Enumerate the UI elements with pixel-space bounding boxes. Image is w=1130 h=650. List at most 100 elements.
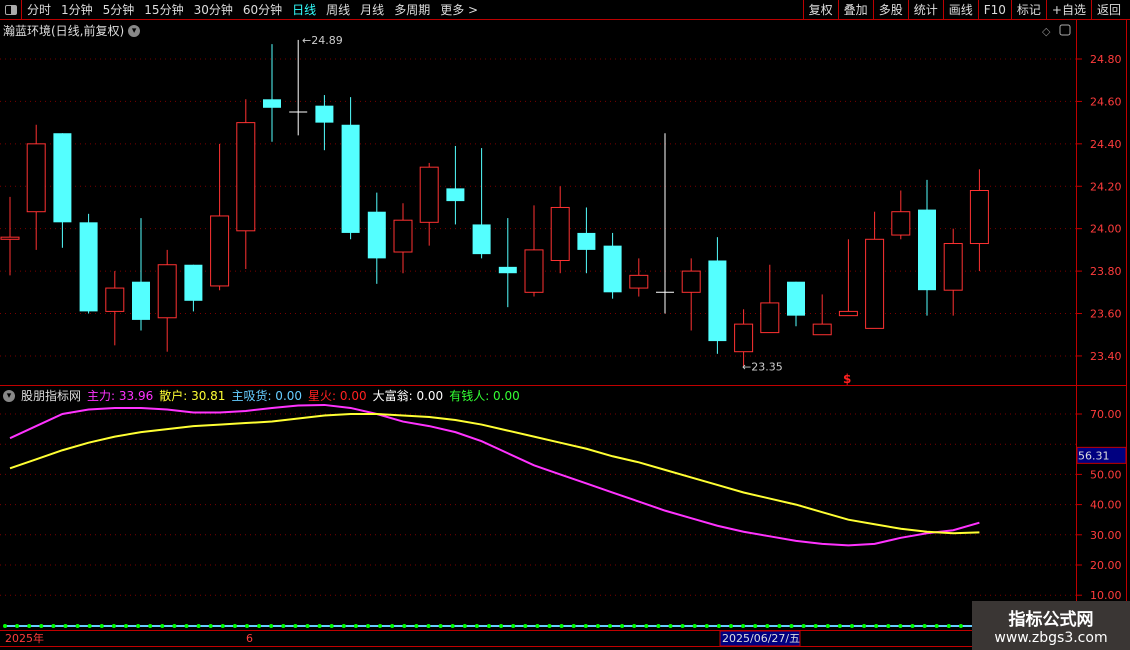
price-label: 24.20 — [1090, 180, 1122, 193]
signal-dot — [3, 624, 7, 628]
candle-up — [681, 270, 701, 293]
candle-down — [787, 281, 805, 316]
signal-dot — [886, 624, 891, 628]
signal-dot — [499, 624, 504, 628]
signal-dot — [487, 624, 491, 628]
signal-dot — [571, 624, 576, 628]
signal-dot — [958, 624, 963, 628]
signal-dot — [547, 624, 552, 628]
signal-dot — [305, 624, 310, 628]
cursor-value: 56.31 — [1078, 449, 1110, 462]
signal-dot — [39, 624, 44, 628]
signal-dot — [656, 624, 661, 628]
signal-dot — [75, 624, 80, 628]
candle-down — [577, 232, 596, 250]
signal-dot — [680, 624, 685, 628]
signal-dot — [777, 624, 782, 628]
signal-dot — [922, 624, 927, 628]
price-label: 24.60 — [1090, 95, 1122, 108]
candle-down — [263, 99, 281, 108]
price-label: 24.00 — [1090, 223, 1122, 236]
signal-dot — [51, 624, 56, 628]
signal-dot — [595, 624, 600, 628]
watermark: 指标公式网 www.zbgs3.com — [972, 601, 1130, 650]
signal-dot — [559, 624, 564, 628]
candle-up — [524, 249, 544, 293]
cursor-date: 2025/06/27/五 — [722, 632, 800, 645]
signal-dot — [366, 624, 370, 628]
candle-down — [367, 211, 386, 259]
signal-dot — [898, 624, 903, 628]
signal-dot — [608, 624, 612, 628]
indicator-axis-label: 50.00 — [1090, 468, 1122, 481]
signal-dot — [99, 624, 104, 628]
price-label: 23.60 — [1090, 308, 1122, 321]
indicator-axis-label: 70.00 — [1090, 408, 1122, 421]
signal-dot — [245, 624, 249, 628]
candle-up — [760, 302, 780, 334]
signal-dot — [257, 624, 262, 628]
candle-up — [812, 323, 832, 336]
signal-dot — [765, 624, 770, 628]
date-label: 2025年 — [5, 631, 44, 645]
candle-up — [550, 206, 570, 261]
signal-dot — [293, 624, 298, 628]
signal-dot — [741, 624, 746, 628]
price-label: 24.80 — [1090, 53, 1122, 66]
signal-dot — [813, 624, 818, 628]
candle-up — [157, 264, 177, 319]
signal-dot — [535, 624, 540, 628]
signal-dot — [390, 624, 395, 628]
signal-dot — [523, 624, 528, 628]
diamond-icon: ◇ — [1042, 25, 1051, 38]
candle-down — [79, 222, 98, 312]
indicator-axis-label: 40.00 — [1090, 499, 1122, 512]
signal-dot — [136, 624, 141, 628]
candle-down — [184, 264, 203, 301]
candle-up — [838, 310, 858, 317]
candle-up — [891, 211, 911, 236]
candle-down — [315, 105, 334, 123]
signal-dot — [668, 624, 673, 628]
candle-down — [603, 245, 622, 293]
candle-up — [419, 166, 439, 223]
signal-dot — [474, 624, 479, 628]
signal-dot — [934, 624, 939, 628]
sanhu-line — [9, 413, 980, 535]
signal-dot — [704, 624, 709, 628]
signal-dot — [632, 624, 637, 628]
signal-dot — [172, 624, 177, 628]
signal-dot — [946, 624, 951, 628]
signal-dot — [220, 624, 225, 628]
signal-dot — [620, 624, 625, 628]
signal-dot — [329, 624, 334, 628]
price-label: 23.80 — [1090, 265, 1122, 278]
signal-dot — [837, 624, 842, 628]
signal-dot — [729, 624, 733, 628]
signal-dot — [281, 624, 286, 628]
candle-up — [210, 215, 230, 287]
candle-down — [132, 281, 150, 320]
signal-dot — [208, 624, 213, 628]
signal-dot — [801, 624, 806, 628]
signal-dot — [160, 624, 165, 628]
signal-dot — [148, 624, 153, 628]
signal-dot — [753, 624, 758, 628]
signal-dot — [63, 624, 68, 628]
signal-dot — [511, 624, 516, 628]
chart-canvas[interactable]: ◇ 24.80 24.60 24.40 24.20 24.00 23.80 23.60 23.4… — [0, 0, 1130, 650]
signal-dot — [692, 624, 697, 628]
signal-dot — [716, 624, 721, 628]
candle-up — [393, 219, 413, 253]
signal-dot — [269, 624, 274, 628]
candle-up — [943, 243, 963, 291]
signal-dot — [353, 624, 358, 628]
signal-dot — [124, 624, 128, 628]
candle-down — [472, 224, 491, 255]
signal-dot — [232, 624, 237, 628]
indicator-axis-label: 20.00 — [1090, 559, 1122, 572]
candle-down — [708, 260, 727, 342]
signal-dot — [850, 624, 854, 628]
signal-dot — [414, 624, 419, 628]
watermark-url: www.zbgs3.com — [994, 630, 1108, 646]
